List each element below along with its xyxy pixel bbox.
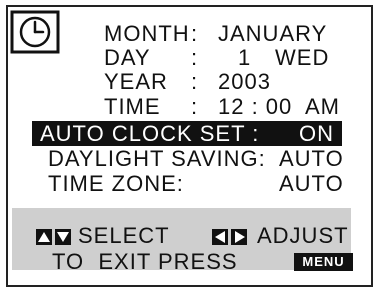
select-label: SELECT bbox=[78, 223, 170, 248]
left-right-arrows-icon bbox=[212, 229, 247, 245]
year-value[interactable]: 2003 bbox=[218, 70, 271, 94]
year-separator: : bbox=[191, 69, 199, 94]
auto-clock-set-label: AUTO CLOCK SET : bbox=[40, 121, 260, 146]
time-zone-label: TIME ZONE: bbox=[48, 171, 184, 196]
day-weekday: WED bbox=[275, 45, 330, 70]
menu-button[interactable]: MENU bbox=[294, 253, 353, 271]
year-label: YEAR bbox=[104, 69, 168, 94]
day-label: DAY bbox=[104, 45, 151, 70]
auto-clock-set-value[interactable]: ON bbox=[299, 122, 334, 146]
adjust-label: ADJUST bbox=[257, 223, 349, 248]
time-label: TIME bbox=[104, 94, 161, 119]
day-value[interactable]: 1 bbox=[238, 46, 251, 70]
exit-instruction: TO EXIT PRESS bbox=[52, 249, 238, 274]
month-separator: : bbox=[191, 21, 199, 46]
clock-icon bbox=[10, 10, 60, 54]
month-label: MONTH bbox=[104, 21, 190, 46]
time-value[interactable]: 12 : 00 bbox=[218, 95, 292, 119]
up-down-arrows-icon bbox=[36, 229, 71, 245]
daylight-saving-value[interactable]: AUTO bbox=[279, 147, 344, 171]
day-separator: : bbox=[191, 45, 199, 70]
month-value[interactable]: JANUARY bbox=[218, 22, 327, 46]
daylight-saving-label: DAYLIGHT SAVING: bbox=[48, 146, 266, 171]
time-ampm[interactable]: AM bbox=[305, 95, 340, 119]
time-zone-value[interactable]: AUTO bbox=[279, 172, 344, 196]
time-separator: : bbox=[191, 94, 199, 119]
